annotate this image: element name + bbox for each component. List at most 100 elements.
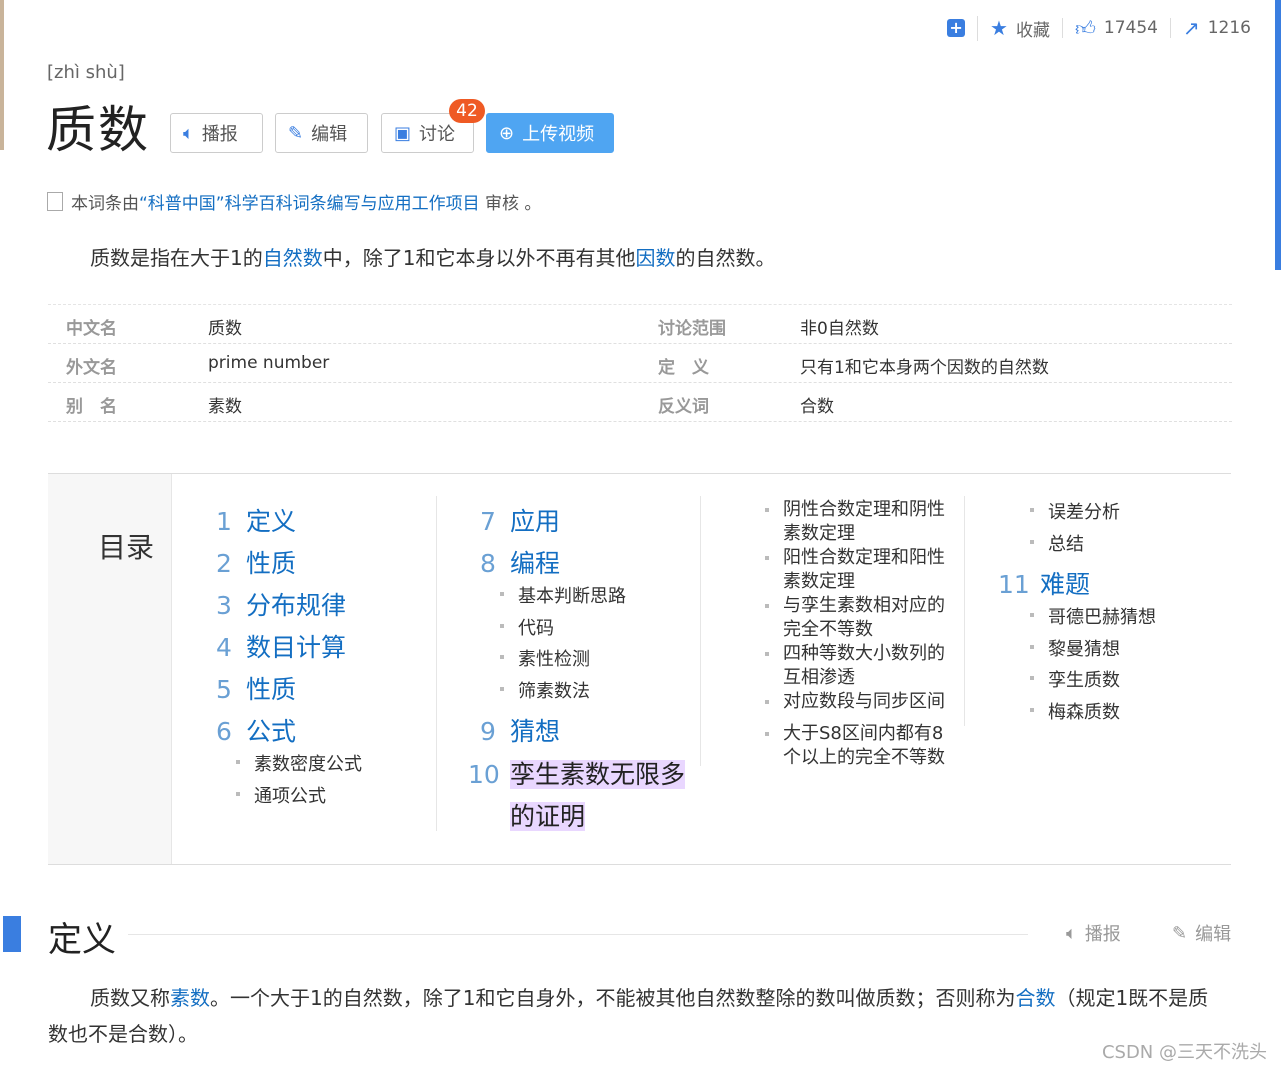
collect-button[interactable]: ★ 收藏 [977, 15, 1062, 41]
edit-button[interactable]: ✎ 编辑 [275, 113, 368, 153]
speaker-icon: 🔈︎ [183, 122, 194, 144]
info-key: 反义词 [658, 397, 709, 417]
info-key: 定 义 [658, 358, 709, 378]
toc-subitem-line: 互相渗透 [783, 667, 855, 688]
section-marker [3, 916, 21, 952]
toc-divider [964, 496, 965, 726]
toc-num: 9 [480, 717, 496, 746]
toc-subitem-line: 完全不等数 [783, 619, 873, 640]
toc-subitem[interactable]: 素数密度公式 [236, 750, 362, 776]
toc-label: 分布规律 [246, 591, 347, 620]
toc-subitem[interactable]: 大于S8区间内都有8 个以上的完全不等数 [765, 722, 945, 770]
toc-num: 6 [216, 717, 232, 746]
toc-item[interactable]: 11 难题 [998, 565, 1090, 601]
toc-divider [436, 496, 437, 831]
toc-num: 5 [216, 675, 232, 704]
toc-item[interactable]: 4 数目计算 [216, 628, 346, 664]
toc-subitem[interactable]: 代码 [500, 614, 554, 640]
toc-subitem[interactable]: 筛素数法 [500, 677, 590, 703]
toc-label: 编程 [510, 549, 561, 578]
pinyin: [zhì shù] [47, 62, 125, 83]
info-row: 中文名 质数 讨论范围 非0自然数 [48, 305, 1232, 344]
pencil-icon: ✎ [1172, 922, 1188, 944]
toc-label: 应用 [510, 507, 561, 536]
discuss-count-badge: 42 [449, 99, 485, 123]
toc-label: 数目计算 [246, 633, 347, 662]
like-button[interactable]: 👍︎ 17454 [1061, 16, 1170, 40]
speaker-icon: 🔈︎ [1066, 922, 1077, 944]
link-factor[interactable]: 因数 [635, 246, 675, 270]
review-link[interactable]: “科普中国”科学百科词条编写与应用工作项目 [139, 194, 480, 214]
info-key: 讨论范围 [658, 319, 726, 339]
toc-num: 3 [216, 591, 232, 620]
upload-video-label: 上传视频 [522, 124, 595, 145]
toc-num: 11 [998, 570, 1030, 599]
lead-text-2: 中，除了1和它本身以外不再有其他 [322, 246, 636, 270]
toc-subitem[interactable]: 哥德巴赫猜想 [1030, 603, 1156, 629]
section-divider [128, 934, 1028, 935]
info-row: 外文名 prime number 定 义 只有1和它本身两个因数的自然数 [48, 344, 1232, 383]
toc-subitem[interactable]: 阳性合数定理和阳性 素数定理 [765, 546, 945, 594]
toc-num: 1 [216, 507, 232, 536]
share-button[interactable]: ↗ 1216 [1169, 18, 1263, 38]
toc-num: 10 [468, 760, 500, 789]
toc-item[interactable]: 7 应用 [480, 502, 560, 538]
toc-item[interactable]: 2 性质 [216, 544, 296, 580]
lead-text-1: 质数是指在大于1的 [90, 246, 263, 270]
toc-subitem-line: 与孪生素数相对应的 [783, 595, 945, 616]
scrollbar-thumb[interactable] [1275, 0, 1281, 270]
section-edit-button[interactable]: ✎ 编辑 [1172, 920, 1231, 946]
toc-label-line2: 的证明 [510, 802, 586, 831]
link-prime-alias[interactable]: 素数 [170, 986, 210, 1010]
toc-label: 孪生素数无限多 [510, 760, 686, 789]
toc-subitem[interactable]: 阴性合数定理和阴性 素数定理 [765, 498, 945, 546]
basic-info-table: 中文名 质数 讨论范围 非0自然数 外文名 prime number 定 义 只… [48, 304, 1232, 422]
toc-num: 4 [216, 633, 232, 662]
link-composite-number[interactable]: 合数 [800, 392, 834, 417]
window-edge-strip [0, 0, 4, 150]
toc-subitem[interactable]: 通项公式 [236, 782, 326, 808]
info-value: 质数 [208, 319, 242, 339]
upload-video-button[interactable]: ⊕ 上传视频 [486, 113, 614, 153]
toc-subitem[interactable]: 基本判断思路 [500, 582, 626, 608]
toc-item[interactable]: 8 编程 [480, 544, 560, 580]
toc-item-highlighted[interactable]: 10 孪生素数无限多 的证明 [468, 754, 686, 838]
toc-subitem[interactable]: 误差分析 [1030, 498, 1120, 524]
toc-subitem[interactable]: 黎曼猜想 [1030, 635, 1120, 661]
toc-subitem[interactable]: 四种等数大小数列的 互相渗透 [765, 642, 945, 690]
document-icon [47, 192, 63, 211]
toc-item[interactable]: 5 性质 [216, 670, 296, 706]
toc-label: 性质 [246, 549, 297, 578]
toc-subitem[interactable]: 总结 [1030, 530, 1084, 556]
toc-divider [700, 496, 701, 766]
toc-header: 目录 [48, 474, 172, 864]
toc-subitem[interactable]: 对应数段与同步区间 [765, 690, 945, 714]
review-note: 本词条由“科普中国”科学百科词条编写与应用工作项目 审核 。 [47, 189, 541, 214]
toc-subitem[interactable]: 孪生质数 [1030, 666, 1120, 692]
broadcast-button[interactable]: 🔈︎ 播报 [170, 113, 263, 153]
thumbs-up-icon: 👍︎ [1074, 16, 1096, 40]
section-broadcast-label: 播报 [1084, 924, 1121, 945]
toc-item[interactable]: 1 定义 [216, 502, 296, 538]
toc-item[interactable]: 9 猜想 [480, 712, 560, 748]
toc-item[interactable]: 6 公式 [216, 712, 296, 748]
toc-item[interactable]: 3 分布规律 [216, 586, 346, 622]
like-count: 17454 [1103, 18, 1158, 38]
table-of-contents: 目录 1 定义 2 性质 3 分布规律 4 数目计算 5 性质 6 公式 素数密度公式 通项… [48, 473, 1231, 865]
toc-num: 8 [480, 549, 496, 578]
toc-subitem[interactable]: 素性检测 [500, 645, 590, 671]
section-broadcast-button[interactable]: 🔈︎ 播报 [1066, 920, 1121, 946]
link-composite[interactable]: 合数 [1015, 986, 1055, 1010]
info-row: 别 名 素数 反义词 合数 [48, 383, 1232, 422]
definition-paragraph: 质数又称素数。一个大于1的自然数，除了1和它自身外，不能被其他自然数整除的数叫做… [48, 980, 1226, 1052]
add-button[interactable]: + [935, 19, 977, 37]
pencil-icon: ✎ [288, 122, 304, 144]
link-natural-number[interactable]: 自然数 [263, 246, 323, 270]
toc-subitem-line: 素数定理 [783, 571, 855, 592]
toc-subitem[interactable]: 梅森质数 [1030, 698, 1120, 724]
review-prefix: 本词条由 [71, 194, 139, 214]
info-value: 只有1和它本身两个因数的自然数 [800, 358, 1049, 378]
toc-subitem[interactable]: 与孪生素数相对应的 完全不等数 [765, 594, 945, 642]
toc-subitem-line: 素数定理 [783, 523, 855, 544]
plus-square-icon: + [947, 19, 966, 37]
